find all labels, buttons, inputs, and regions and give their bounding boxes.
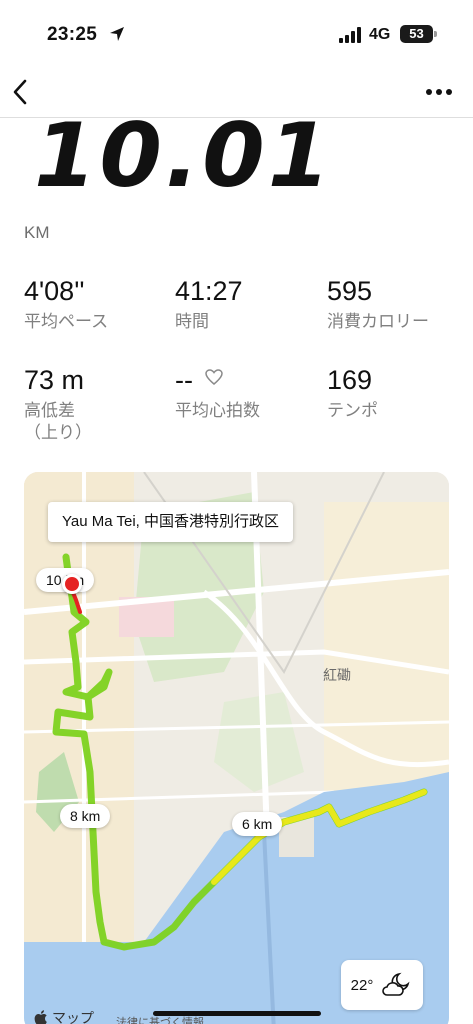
route-map[interactable]: Yau Ma Tei, 中国香港特別行政区 10 km 8 km 6 km 紅磡… xyxy=(24,472,449,1024)
more-dot-icon xyxy=(436,89,442,95)
apple-logo-icon xyxy=(34,1010,47,1024)
stat-calories: 595 消費カロリー xyxy=(327,275,429,333)
stat-label: 消費カロリー xyxy=(327,312,429,331)
moon-cloud-icon xyxy=(382,972,410,996)
stat-value: 169 xyxy=(327,365,373,395)
km-marker-8: 8 km xyxy=(60,804,111,828)
distance-value: 10.01 xyxy=(34,104,334,207)
location-arrow-icon xyxy=(110,27,124,41)
stat-value: 73 m xyxy=(24,365,85,395)
battery-cap xyxy=(434,31,437,37)
cellular-signal-icon xyxy=(339,27,361,43)
maps-label: マップ xyxy=(52,1010,94,1024)
stat-cadence: 169 テンポ xyxy=(327,364,378,422)
stat-value: -- xyxy=(175,365,193,395)
battery-icon: 53 xyxy=(400,25,433,43)
status-bar: 23:25 4G 53 xyxy=(0,0,473,66)
back-button[interactable] xyxy=(6,76,34,108)
location-callout[interactable]: Yau Ma Tei, 中国香港特別行政区 xyxy=(48,502,293,542)
more-dot-icon xyxy=(446,89,452,95)
stat-label: 高低差 （上り） xyxy=(24,401,92,442)
stat-pace: 4'08'' 平均ペース xyxy=(24,275,108,333)
home-indicator[interactable] xyxy=(153,1011,321,1016)
weather-badge: 22° xyxy=(341,960,423,1010)
km-marker-6: 6 km xyxy=(232,812,283,836)
network-type: 4G xyxy=(369,26,391,43)
chevron-left-icon xyxy=(13,79,27,105)
stat-label: テンポ xyxy=(327,401,378,420)
status-time: 23:25 xyxy=(47,24,98,45)
stat-value: 41:27 xyxy=(175,276,243,306)
stat-label: 平均心拍数 xyxy=(175,401,260,420)
stat-time: 41:27 時間 xyxy=(175,275,243,333)
distance-unit: KM xyxy=(24,223,50,242)
stat-label: 平均ペース xyxy=(24,312,109,331)
heart-icon xyxy=(204,369,223,385)
weather-temperature: 22° xyxy=(350,976,374,994)
district-label: 紅磡 xyxy=(323,667,351,683)
map-canvas[interactable] xyxy=(24,472,449,1024)
stat-heart-rate: -- 平均心拍数 xyxy=(175,364,260,422)
maps-attribution[interactable]: マップ xyxy=(34,1008,94,1024)
stat-elevation: 73 m 高低差 （上り） xyxy=(24,364,92,444)
stat-value: 595 xyxy=(327,276,373,306)
more-options-button[interactable] xyxy=(420,80,458,104)
more-dot-icon xyxy=(426,89,432,95)
stat-label: 時間 xyxy=(175,312,209,331)
stat-value: 4'08'' xyxy=(24,276,85,306)
start-point-marker xyxy=(62,574,82,594)
